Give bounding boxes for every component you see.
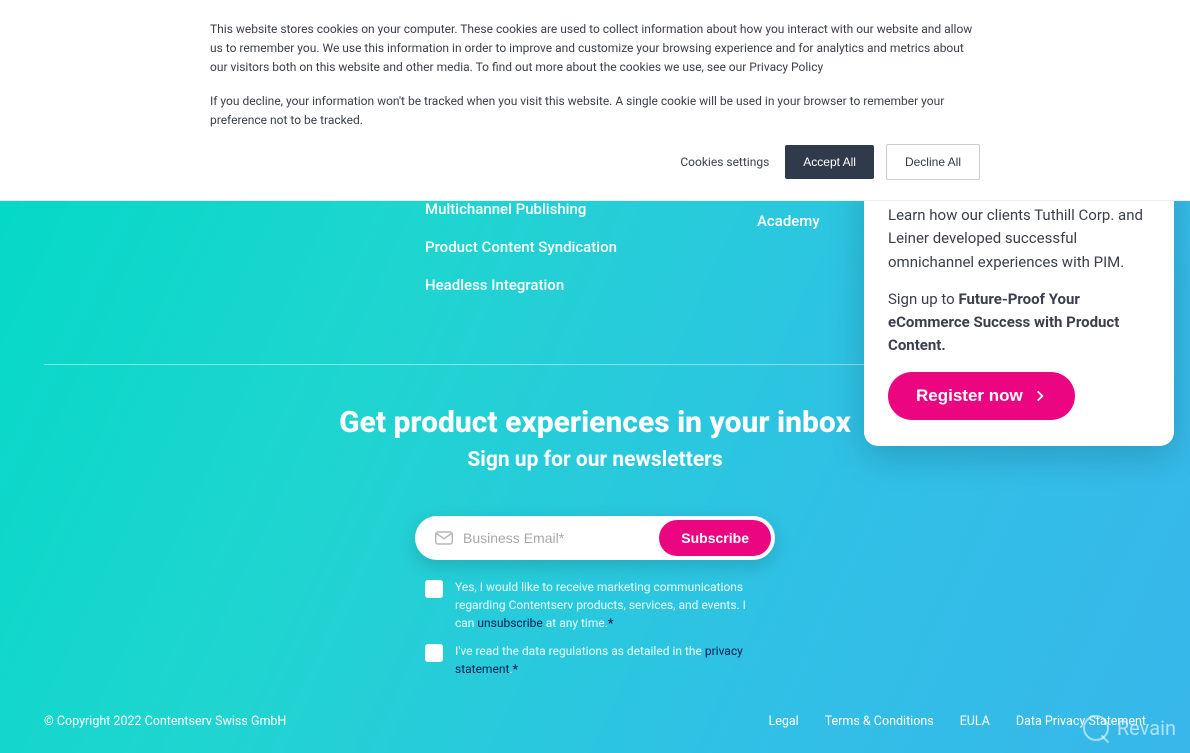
cookie-text-1: This website stores cookies on your comp… [210,20,980,78]
accept-all-button[interactable]: Accept All [785,145,874,179]
required-asterisk-1: * [608,616,613,630]
copyright-text: © Copyright 2022 Contentserv Swiss GmbH [44,714,286,729]
consent-text-marketing: Yes, I would like to receive marketing c… [455,578,765,632]
consent-row-privacy: I've read the data regulations as detail… [425,642,765,678]
webinar-card-body-1: Learn how our clients Tuthill Corp. and … [888,204,1150,274]
footer-col-2: Academy [757,200,820,314]
cookie-actions: Cookies settings Accept All Decline All [210,144,980,180]
email-input-row: Subscribe [415,516,775,560]
consent-text-1b: at any time. [543,616,608,630]
webinar-card-body-2: Sign up to Future-Proof Your eCommerce S… [888,288,1150,358]
legal-link-eula[interactable]: EULA [960,714,990,729]
magnifier-icon [1083,715,1109,741]
footer-link-multichannel[interactable]: Multichannel Publishing [425,200,617,218]
checkbox-marketing[interactable] [425,580,443,598]
footer-col-1: Multichannel Publishing Product Content … [425,200,617,314]
register-now-button[interactable]: Register now [888,372,1075,420]
footer-link-syndication[interactable]: Product Content Syndication [425,238,617,256]
legal-link-terms[interactable]: Terms & Conditions [825,714,934,729]
newsletter-subtitle: Sign up for our newsletters [0,448,1190,472]
email-field[interactable] [453,520,659,556]
register-now-label: Register now [916,386,1023,406]
bottom-bar: © Copyright 2022 Contentserv Swiss GmbH … [44,714,1146,729]
consent-text-2a: I've read the data regulations as detail… [455,644,705,658]
chevron-right-icon [1033,389,1047,403]
cookies-settings-link[interactable]: Cookies settings [676,145,773,179]
watermark-text: Revain [1117,716,1176,740]
mail-icon [435,531,453,545]
footer-link-headless[interactable]: Headless Integration [425,276,617,294]
consent-row-marketing: Yes, I would like to receive marketing c… [425,578,765,632]
legal-link-legal[interactable]: Legal [768,714,798,729]
webinar-body-2a: Sign up to [888,290,958,308]
cookie-consent-banner: This website stores cookies on your comp… [0,0,1190,201]
unsubscribe-link[interactable]: unsubscribe [477,616,542,630]
consent-text-privacy: I've read the data regulations as detail… [455,642,765,678]
webinar-card: Watch our webinar! Learn how our clients… [864,170,1174,446]
subscribe-button[interactable]: Subscribe [659,520,771,556]
newsletter-section: Get product experiences in your inbox Si… [0,405,1190,678]
checkbox-privacy[interactable] [425,644,443,662]
consent-block: Yes, I would like to receive marketing c… [425,578,765,678]
revain-watermark: Revain [1083,715,1176,741]
required-asterisk-2: * [513,662,518,676]
footer-link-academy[interactable]: Academy [757,212,820,230]
decline-all-button[interactable]: Decline All [886,144,980,180]
cookie-text-2: If you decline, your information won't b… [210,92,980,130]
